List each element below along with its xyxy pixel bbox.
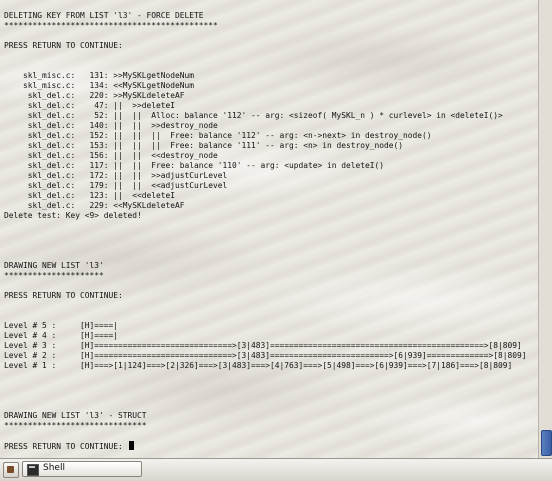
terminal-line: DELETING KEY FROM LIST 'l3' - FORCE DELE… — [4, 11, 204, 20]
taskbar-button-shell[interactable]: Shell — [22, 461, 142, 477]
terminal-line: skl_del.c: 220: >>MySKLdeleteAF — [4, 91, 185, 100]
terminal-line: skl_misc.c: 134: <<MySKLgetNodeNum — [4, 81, 195, 90]
terminal-line: ****************************** — [4, 421, 147, 430]
terminal-line: Level # 1 : [H]===>[1|124]===>[2|326]===… — [4, 361, 513, 370]
scrollbar-thumb[interactable] — [541, 430, 552, 456]
taskbar-button-label: Shell — [43, 463, 65, 473]
terminal-line: skl_del.c: 229: <<MySKLdeleteAF — [4, 201, 185, 210]
terminal-line: skl_misc.c: 131: >>MySKLgetNodeNum — [4, 71, 195, 80]
terminal-line: PRESS RETURN TO CONTINUE: — [4, 442, 128, 451]
terminal-line: Level # 3 : [H]=========================… — [4, 341, 522, 350]
terminal-line: skl_del.c: 47: || >>deleteI — [4, 101, 176, 110]
terminal-line: ********************* — [4, 271, 104, 280]
terminal-line: DRAWING NEW LIST 'l3' — [4, 261, 104, 270]
terminal-line: Level # 5 : [H]====| — [4, 321, 119, 330]
terminal-output: DELETING KEY FROM LIST 'l3' - FORCE DELE… — [4, 11, 527, 452]
terminal-line: skl_del.c: 52: || || Alloc: balance '112… — [4, 111, 503, 120]
terminal-icon — [27, 464, 39, 476]
terminal-line: PRESS RETURN TO CONTINUE: — [4, 291, 123, 300]
terminal-line: skl_del.c: 152: || || || Free: balance '… — [4, 131, 432, 140]
terminal-line: Delete test: Key <9> deleted! — [4, 211, 142, 220]
terminal-line: PRESS RETURN TO CONTINUE: — [4, 41, 123, 50]
terminal-line: skl_del.c: 123: || <<deleteI — [4, 191, 176, 200]
terminal-line: skl_del.c: 140: || || >>destroy_node — [4, 121, 218, 130]
vertical-scrollbar[interactable] — [538, 0, 552, 458]
terminal-line: skl_del.c: 156: || || <<destroy_node — [4, 151, 218, 160]
terminal-line: skl_del.c: 172: || || >>adjustCurLevel — [4, 171, 228, 180]
start-menu-icon[interactable] — [3, 462, 19, 478]
terminal-window[interactable]: DELETING KEY FROM LIST 'l3' - FORCE DELE… — [0, 0, 538, 458]
terminal-line: DRAWING NEW LIST 'l3' - STRUCT — [4, 411, 147, 420]
terminal-line: Level # 2 : [H]=========================… — [4, 351, 527, 360]
taskbar: Shell — [0, 458, 552, 481]
terminal-line: skl_del.c: 153: || || || Free: balance '… — [4, 141, 404, 150]
terminal-line: skl_del.c: 117: || || Free: balance '110… — [4, 161, 385, 170]
text-cursor — [128, 441, 134, 450]
terminal-line: Level # 4 : [H]====| — [4, 331, 119, 340]
terminal-line: ****************************************… — [4, 21, 218, 30]
terminal-line: skl_del.c: 179: || || <<adjustCurLevel — [4, 181, 228, 190]
